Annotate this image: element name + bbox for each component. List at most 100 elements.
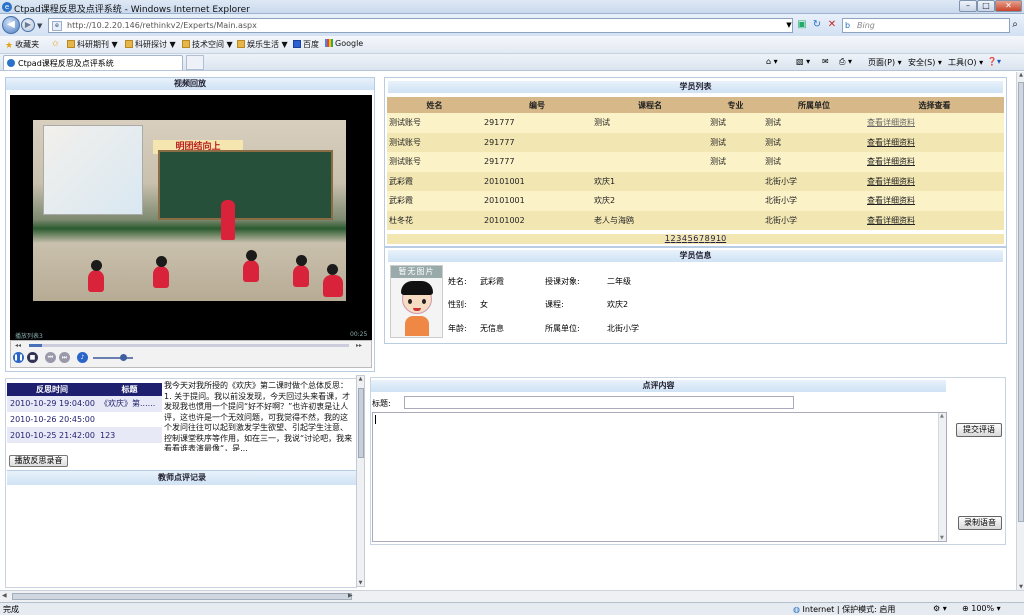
favorite-google[interactable]: Google — [325, 39, 363, 48]
student-unit: 北街小学 — [763, 210, 865, 230]
student-id: 20101002 — [482, 210, 592, 230]
refresh-icon[interactable]: ↻ — [810, 18, 824, 32]
page-link[interactable]: 9 — [710, 234, 715, 243]
print-icon[interactable]: ⎙ ▾ — [839, 57, 852, 67]
address-dropdown-icon[interactable]: ▼ — [782, 18, 796, 32]
favorite-baidu[interactable]: 百度 — [293, 39, 319, 50]
scrollbar-thumb[interactable] — [358, 388, 364, 458]
favorite-folder-3[interactable]: 技术空间 ▼ — [182, 39, 233, 50]
page-link[interactable]: 6 — [693, 234, 698, 243]
feeds-icon[interactable]: ▧ ▾ — [796, 57, 810, 66]
teacher-figure — [221, 200, 235, 240]
avatar-placeholder-text: 暂无图片 — [391, 266, 442, 278]
scroll-up-icon[interactable]: ▲ — [357, 376, 364, 382]
page-horizontal-scrollbar[interactable]: ◀ ▶ — [0, 590, 1024, 602]
student-head — [246, 250, 257, 261]
compatibility-view-icon[interactable]: ▣ — [795, 18, 809, 32]
favorite-folder-label: 技术空间 — [192, 40, 224, 49]
scroll-up-icon[interactable]: ▲ — [940, 413, 944, 419]
add-favorites-icon[interactable]: ✩ — [52, 39, 59, 48]
favorite-link-label: Google — [335, 39, 364, 48]
history-dropdown-icon[interactable]: ▼ — [37, 22, 42, 30]
student-name: 武彩霞 — [387, 191, 482, 211]
page-link[interactable]: 7 — [699, 234, 704, 243]
maximize-button[interactable]: □ — [977, 0, 995, 12]
scrollbar-thumb[interactable] — [12, 593, 352, 600]
new-tab-button[interactable] — [186, 55, 204, 70]
security-zone[interactable]: ◍ Internet | 保护模式: 启用 — [793, 604, 895, 615]
page-link[interactable]: 1 — [665, 234, 670, 243]
home-icon[interactable]: ⌂ ▾ — [766, 57, 778, 66]
close-window-button[interactable]: ✕ — [995, 0, 1022, 12]
comment-textarea[interactable]: ▲ ▼ — [372, 412, 947, 542]
protected-mode-icon[interactable]: ⚙ ▾ — [933, 604, 947, 613]
student-figure — [323, 275, 343, 297]
view-details-link[interactable]: 查看详细资料 — [867, 196, 915, 205]
volume-slider[interactable] — [93, 354, 133, 361]
tools-menu[interactable]: 工具(O) ▾ — [948, 57, 983, 68]
favorite-folder-4[interactable]: 娱乐生活 ▼ — [237, 39, 288, 50]
page-link[interactable]: 10 — [716, 234, 726, 243]
video-playlist-status: 播放列表3 — [15, 333, 43, 340]
stop-button[interactable]: ■ — [27, 352, 38, 363]
table-row[interactable]: 2010-10-26 20:45:00 — [7, 412, 162, 428]
table-row: 测试账号 291777 测试 测试 查看详细资料 — [387, 152, 1004, 172]
comment-title-input[interactable] — [404, 396, 794, 409]
favorites-button[interactable]: ★ 收藏夹 — [5, 39, 39, 51]
view-details-link[interactable]: 查看详细资料 — [867, 118, 915, 127]
page-menu[interactable]: 页面(P) ▾ — [868, 57, 902, 68]
reflection-scrollbar[interactable]: ▲ ▼ — [356, 375, 365, 587]
next-button[interactable]: ⏭ — [59, 352, 70, 363]
search-box[interactable]: b Bing — [842, 18, 1010, 33]
safety-menu[interactable]: 安全(S) ▾ — [908, 57, 942, 68]
scroll-down-icon[interactable]: ▼ — [357, 580, 364, 586]
scroll-up-icon[interactable]: ▲ — [1017, 72, 1024, 78]
scrollbar-thumb[interactable] — [1018, 82, 1024, 522]
page-link[interactable]: 2 — [671, 234, 676, 243]
zoom-control[interactable]: ⊕ 100% ▾ — [962, 604, 1001, 613]
page-link[interactable]: 8 — [705, 234, 710, 243]
favorite-folder-1[interactable]: 科研期刊 ▼ — [67, 39, 118, 50]
scroll-down-icon[interactable]: ▼ — [940, 535, 944, 541]
minimize-button[interactable]: – — [959, 0, 977, 12]
page-vertical-scrollbar[interactable]: ▲ ▼ — [1016, 72, 1024, 590]
table-row[interactable]: 2010-10-29 19:04:00 《欢庆》第...... — [7, 396, 162, 412]
comment-scrollbar[interactable]: ▲ ▼ — [938, 413, 946, 541]
page-link[interactable]: 5 — [688, 234, 693, 243]
comment-panel-title: 点评内容 — [371, 380, 946, 392]
scroll-left-icon[interactable]: ◀ — [2, 592, 7, 599]
view-details-link[interactable]: 查看详细资料 — [867, 177, 915, 186]
page-link[interactable]: 3 — [676, 234, 681, 243]
seek-forward-icon[interactable]: ▸▸ — [356, 342, 362, 349]
age-value: 无信息 — [480, 324, 504, 333]
tab-current[interactable]: Ctpad课程反思及点评系统 — [3, 55, 183, 70]
seek-bar[interactable] — [29, 344, 349, 347]
forward-button[interactable]: ▶ — [21, 18, 35, 32]
view-details-link[interactable]: 查看详细资料 — [867, 138, 915, 147]
seek-back-icon[interactable]: ◂◂ — [15, 342, 21, 349]
search-icon[interactable]: ⌕ — [1008, 18, 1022, 32]
student-course: 欢庆2 — [592, 191, 708, 211]
video-player[interactable]: 明团结向上 播放列表3 00:25 — [10, 95, 372, 340]
mail-icon[interactable]: ✉ — [822, 57, 829, 66]
submit-comment-button[interactable]: 提交评语 — [956, 423, 1002, 437]
table-row[interactable]: 2010-10-25 21:42:00 123 — [7, 427, 162, 443]
address-bar[interactable]: e http://10.2.20.146/rethinkv2/Experts/M… — [48, 18, 793, 33]
scroll-right-icon[interactable]: ▶ — [348, 592, 353, 599]
stop-icon[interactable]: ✕ — [825, 18, 839, 32]
record-audio-button[interactable]: 录制语音 — [958, 516, 1002, 530]
course-value: 欢庆2 — [607, 300, 629, 309]
view-details-link[interactable]: 查看详细资料 — [867, 157, 915, 166]
volume-knob[interactable] — [120, 354, 127, 361]
back-button[interactable]: ◀ — [2, 16, 20, 34]
view-details-link[interactable]: 查看详细资料 — [867, 216, 915, 225]
volume-icon[interactable]: ♪ — [77, 352, 88, 363]
pause-button[interactable]: ❚❚ — [13, 352, 24, 363]
play-reflection-audio-button[interactable]: 播放反思录音 — [9, 455, 68, 467]
favorite-folder-2[interactable]: 科研探讨 ▼ — [125, 39, 176, 50]
folder-icon — [237, 40, 245, 48]
previous-button[interactable]: ⏮ — [45, 352, 56, 363]
help-icon[interactable]: ❓▾ — [987, 57, 1001, 66]
page-link[interactable]: 4 — [682, 234, 687, 243]
student-major: 测试 — [708, 132, 763, 152]
